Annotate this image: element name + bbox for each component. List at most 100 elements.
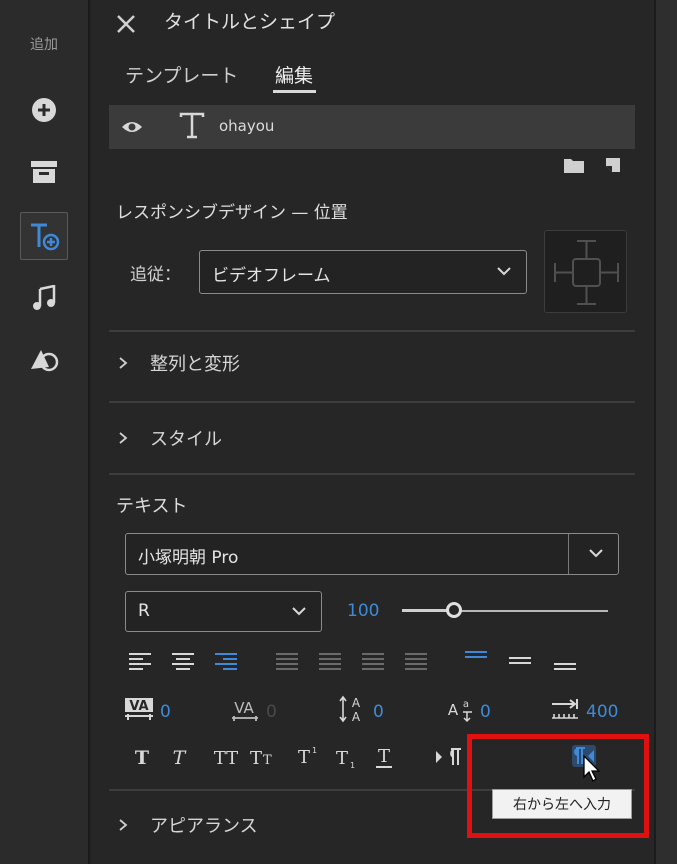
svg-text:T: T — [250, 748, 262, 767]
panel-title: タイトルとシェイプ — [164, 11, 336, 33]
svg-text:T: T — [135, 747, 149, 767]
align-left-icon[interactable] — [128, 652, 152, 672]
align-middle-icon[interactable] — [508, 656, 532, 670]
svg-text:T: T — [336, 748, 348, 769]
font-style-select[interactable]: R — [125, 591, 322, 632]
close-button[interactable] — [112, 10, 140, 38]
select-separator — [568, 534, 569, 574]
svg-text:T: T — [378, 746, 390, 767]
section-align-transform[interactable]: 整列と変形 — [116, 350, 240, 376]
svg-text:A: A — [448, 701, 459, 719]
media-button[interactable] — [20, 148, 68, 196]
chevron-right-icon — [119, 432, 128, 444]
text-add-icon — [31, 223, 60, 251]
archive-icon — [31, 161, 57, 183]
follow-select-value: ビデオフレーム — [212, 266, 331, 286]
svg-text:a: a — [463, 699, 469, 710]
follow-label: 追従： — [130, 265, 181, 285]
font-size-slider-thumb[interactable] — [445, 602, 462, 618]
superscript-icon[interactable]: T1 — [296, 744, 322, 766]
faux-italic-icon[interactable]: T — [170, 747, 188, 767]
music-note-icon — [33, 285, 56, 310]
font-size-value[interactable]: 100 — [347, 601, 379, 621]
eye-icon[interactable] — [121, 117, 143, 137]
tab-width-icon[interactable] — [550, 698, 580, 722]
justify-last-left-icon[interactable] — [275, 652, 299, 672]
svg-text:T: T — [298, 747, 310, 766]
text-layer-icon — [179, 112, 205, 139]
divider — [109, 401, 635, 403]
tracking-icon[interactable]: VA — [230, 697, 260, 723]
chevron-down-icon — [497, 267, 511, 276]
pin-to-edges-widget[interactable] — [544, 230, 627, 313]
pin-layout-icon — [554, 240, 619, 305]
highlight-box — [467, 734, 649, 838]
svg-text:T: T — [263, 753, 272, 767]
section-appearance-label: アピアランス — [150, 816, 258, 837]
svg-text:1: 1 — [350, 761, 355, 769]
svg-text:T: T — [173, 747, 187, 767]
left-to-right-icon[interactable] — [435, 747, 463, 767]
shapes-icon — [31, 350, 59, 372]
justify-last-right-icon[interactable] — [361, 652, 385, 672]
divider — [109, 330, 635, 332]
font-family-select[interactable]: 小塚明朝 Pro — [125, 533, 619, 575]
section-style[interactable]: スタイル — [116, 425, 222, 451]
faux-bold-icon[interactable]: T — [133, 747, 151, 767]
chevron-right-icon — [119, 819, 128, 831]
left-rail: 追加 — [0, 0, 90, 864]
essential-graphics-panel: タイトルとシェイプ テンプレート 編集 ohayou レスポンシブデザイン — … — [92, 0, 654, 864]
baseline-shift-value[interactable]: 0 — [480, 702, 491, 722]
svg-text:A: A — [352, 710, 361, 723]
shape-button[interactable] — [20, 336, 68, 384]
svg-text:VA: VA — [234, 699, 254, 717]
baseline-shift-icon[interactable]: Aa — [444, 695, 474, 723]
leading-icon[interactable]: AA — [339, 695, 367, 723]
layer-name: ohayou — [219, 117, 275, 135]
section-align-label: 整列と変形 — [150, 354, 240, 375]
follow-select[interactable]: ビデオフレーム — [199, 250, 527, 294]
underline-icon[interactable]: T — [374, 745, 394, 769]
add-button[interactable] — [20, 86, 68, 134]
justify-all-icon[interactable] — [404, 652, 428, 672]
plus-circle-icon — [32, 98, 56, 122]
folder-icon[interactable] — [563, 156, 585, 174]
tab-width-value[interactable]: 400 — [586, 702, 618, 722]
align-right-icon[interactable] — [214, 652, 238, 672]
subscript-icon[interactable]: T1 — [334, 747, 360, 769]
svg-text:VA: VA — [129, 699, 148, 714]
new-layer-icon[interactable] — [604, 156, 622, 174]
chevron-down-icon — [292, 607, 306, 616]
tab-edit[interactable]: 編集 — [275, 61, 313, 88]
section-style-label: スタイル — [150, 429, 222, 450]
layer-row[interactable]: ohayou — [109, 105, 635, 149]
active-tab-indicator — [273, 90, 316, 93]
tab-templates[interactable]: テンプレート — [125, 61, 238, 88]
font-family-value: 小塚明朝 Pro — [138, 548, 239, 568]
chevron-right-icon — [119, 357, 128, 369]
align-bottom-icon[interactable] — [553, 662, 577, 676]
svg-text:TT: TT — [214, 748, 238, 767]
align-center-icon[interactable] — [171, 652, 195, 672]
justify-last-center-icon[interactable] — [318, 652, 342, 672]
kerning-icon[interactable]: VA — [124, 697, 154, 723]
all-caps-icon[interactable]: TT — [210, 747, 242, 767]
text-tool-button[interactable] — [20, 212, 68, 260]
small-caps-icon[interactable]: TT — [248, 747, 280, 767]
section-text-title: テキスト — [116, 496, 188, 517]
align-top-icon[interactable] — [464, 650, 488, 664]
responsive-design-title: レスポンシブデザイン — 位置 — [116, 203, 348, 223]
right-scroll-strip[interactable] — [654, 0, 677, 864]
kerning-value[interactable]: 0 — [160, 702, 171, 722]
svg-text:A: A — [352, 696, 361, 710]
font-style-value: R — [138, 601, 150, 621]
section-appearance[interactable]: アピアランス — [116, 812, 258, 838]
close-icon — [117, 15, 135, 33]
tracking-value[interactable]: 0 — [266, 702, 277, 722]
divider — [109, 473, 635, 475]
leading-value[interactable]: 0 — [373, 702, 384, 722]
audio-button[interactable] — [20, 274, 68, 322]
chevron-down-icon — [589, 549, 603, 558]
svg-text:1: 1 — [312, 746, 317, 755]
rail-add-label: 追加 — [30, 37, 58, 53]
